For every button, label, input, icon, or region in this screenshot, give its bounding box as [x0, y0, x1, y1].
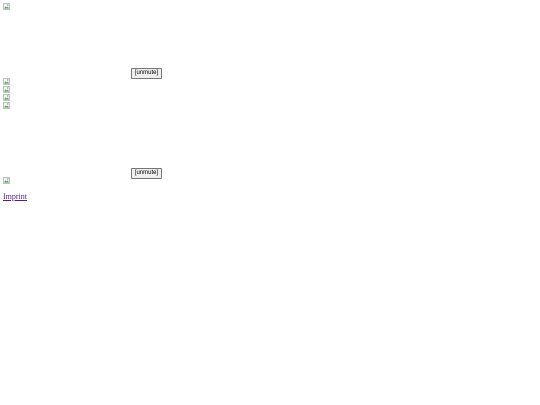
unmute-button[interactable]: [unmute] — [131, 68, 162, 79]
broken-image-icon — [3, 102, 10, 109]
broken-image-icon — [3, 86, 10, 93]
unmute-button[interactable]: [unmute] — [131, 168, 162, 179]
broken-image-icon — [3, 94, 10, 101]
imprint-link[interactable]: Imprint — [3, 192, 27, 201]
broken-image-icon — [3, 177, 10, 184]
page: [unmute] [unmute] Imprint — [0, 0, 540, 405]
broken-image-icon — [3, 3, 10, 10]
broken-image-icon — [3, 78, 10, 85]
